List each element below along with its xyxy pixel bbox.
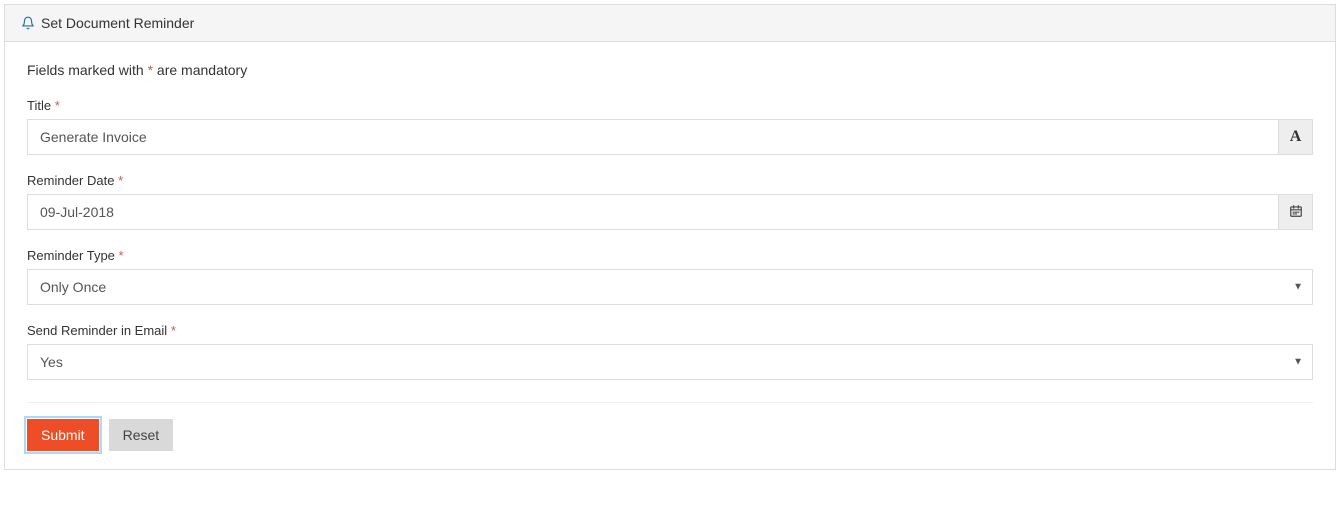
reminder-type-group: Reminder Type * Only Once ▼ (27, 248, 1313, 305)
reset-button[interactable]: Reset (109, 419, 174, 451)
title-group: Title * A (27, 98, 1313, 155)
mandatory-hint: Fields marked with * are mandatory (27, 62, 1313, 78)
send-email-group: Send Reminder in Email * Yes ▼ (27, 323, 1313, 380)
reminder-panel: Set Document Reminder Fields marked with… (4, 4, 1336, 470)
form-divider (27, 402, 1313, 403)
title-input-row: A (27, 119, 1313, 155)
title-label: Title * (27, 98, 1313, 113)
reminder-date-input-row (27, 194, 1313, 230)
send-email-select-wrap: Yes ▼ (27, 344, 1313, 380)
panel-header: Set Document Reminder (5, 5, 1335, 42)
title-input[interactable] (27, 119, 1279, 155)
panel-body: Fields marked with * are mandatory Title… (5, 42, 1335, 469)
send-email-select[interactable]: Yes (27, 344, 1313, 380)
button-row: Submit Reset (27, 419, 1313, 451)
submit-button[interactable]: Submit (27, 419, 99, 451)
bell-icon (21, 16, 35, 30)
reminder-date-input[interactable] (27, 194, 1279, 230)
reminder-type-select[interactable]: Only Once (27, 269, 1313, 305)
reminder-type-select-wrap: Only Once ▼ (27, 269, 1313, 305)
panel-title: Set Document Reminder (41, 15, 194, 31)
calendar-icon (1289, 204, 1303, 221)
title-font-button[interactable]: A (1279, 119, 1313, 155)
reminder-date-label: Reminder Date * (27, 173, 1313, 188)
reminder-type-label: Reminder Type * (27, 248, 1313, 263)
reminder-date-group: Reminder Date * (27, 173, 1313, 230)
send-email-label: Send Reminder in Email * (27, 323, 1313, 338)
font-icon: A (1290, 128, 1302, 146)
calendar-button[interactable] (1279, 194, 1313, 230)
